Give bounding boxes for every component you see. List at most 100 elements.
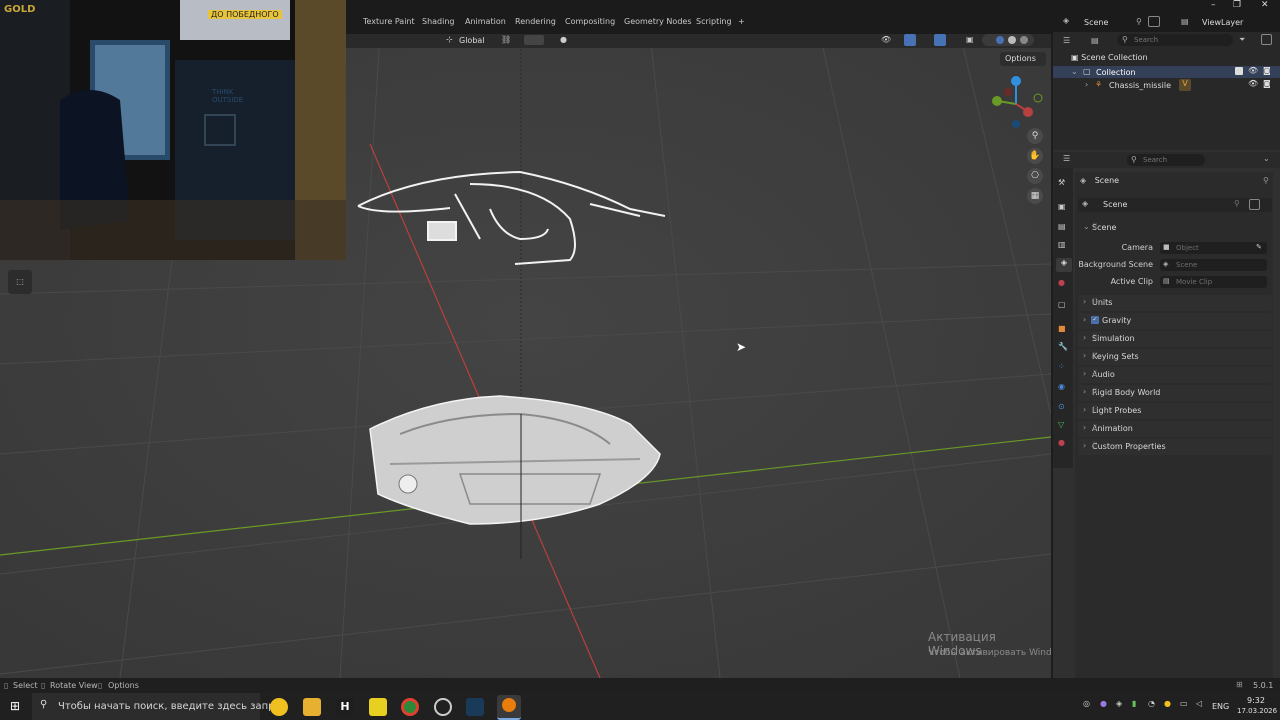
tab-compositing[interactable]: Compositing bbox=[565, 17, 615, 26]
steam-icon[interactable] bbox=[466, 698, 484, 716]
chevron-right-icon[interactable]: › bbox=[1085, 80, 1088, 89]
solid-shading-icon[interactable] bbox=[996, 36, 1004, 44]
windows-start-icon[interactable]: ⊞ bbox=[10, 699, 20, 713]
tab-animation[interactable]: Animation bbox=[465, 17, 506, 26]
outliner-search[interactable]: ⚲ Search bbox=[1117, 34, 1233, 46]
object-tab-icon[interactable]: ■ bbox=[1058, 324, 1066, 333]
view-layer-tab-icon[interactable]: ▥ bbox=[1058, 240, 1066, 249]
drag-handle-icon[interactable]: ⠿ bbox=[1092, 297, 1268, 306]
navigation-gizmo[interactable] bbox=[990, 76, 1045, 131]
proportional-icon[interactable]: ● bbox=[560, 35, 567, 44]
drag-handle-icon[interactable]: ⠿ bbox=[1092, 351, 1268, 360]
audio-panel[interactable]: › Audio ⠿ bbox=[1078, 367, 1272, 383]
yandex-app-icon[interactable] bbox=[270, 698, 288, 716]
visibility-icon[interactable]: 👁 bbox=[881, 35, 891, 44]
filter-icon[interactable]: ⏷ bbox=[1239, 35, 1245, 45]
drag-handle-icon[interactable]: ⠿ bbox=[1092, 423, 1268, 432]
add-workspace-button[interactable]: + bbox=[738, 17, 745, 26]
chrome-icon[interactable] bbox=[401, 698, 419, 716]
close-icon[interactable]: ✕ bbox=[1261, 0, 1269, 10]
output-tab-icon[interactable]: ▤ bbox=[1058, 222, 1066, 231]
rigid-body-world-panel[interactable]: › Rigid Body World ⠿ bbox=[1078, 385, 1272, 401]
pivot-icon[interactable]: ⛓ bbox=[501, 35, 511, 44]
tray-icon[interactable]: ▮ bbox=[1132, 699, 1136, 708]
camera-render-icon[interactable]: ◙ bbox=[1263, 66, 1271, 75]
outliner-editor-icon[interactable]: ☰ bbox=[1063, 36, 1070, 45]
scene-collection-row[interactable]: ▣ Scene Collection bbox=[1071, 53, 1148, 62]
xray-icon[interactable]: ▣ bbox=[966, 35, 974, 44]
tab-geometry-nodes[interactable]: Geometry Nodes bbox=[624, 17, 691, 26]
fake-user-icon[interactable]: ⚲ bbox=[1234, 199, 1240, 208]
physics-tab-icon[interactable]: ◉ bbox=[1058, 382, 1065, 391]
modifier-tab-icon[interactable]: 🔧 bbox=[1058, 342, 1068, 351]
animation-panel[interactable]: › Animation ⠿ bbox=[1078, 421, 1272, 437]
background-scene-field[interactable]: ◈ Scene bbox=[1160, 259, 1267, 271]
hkey-app-icon[interactable]: H bbox=[336, 698, 354, 716]
tray-icon[interactable]: ◎ bbox=[1083, 699, 1090, 708]
data-tab-icon[interactable]: ▽ bbox=[1058, 420, 1064, 429]
camera-view-icon[interactable]: ⎔ bbox=[1027, 168, 1043, 184]
scene-panel-header[interactable]: ⌄ Scene ⠿ bbox=[1078, 220, 1272, 236]
pan-hand-icon[interactable]: ✋ bbox=[1027, 148, 1043, 164]
collection-checkbox[interactable] bbox=[1235, 67, 1243, 75]
drag-handle-icon[interactable]: ⠿ bbox=[1092, 369, 1268, 378]
tab-shading[interactable]: Shading bbox=[422, 17, 455, 26]
drag-handle-icon[interactable]: ⠿ bbox=[1092, 315, 1268, 324]
drag-handle-icon[interactable]: ⠿ bbox=[1092, 441, 1268, 450]
tool-tab-icon[interactable]: ⚒ bbox=[1058, 178, 1065, 187]
custom-properties-panel[interactable]: › Custom Properties ⠿ bbox=[1078, 439, 1272, 455]
new-collection-icon[interactable] bbox=[1261, 34, 1272, 45]
new-scene-icon[interactable] bbox=[1148, 16, 1160, 27]
simulation-panel[interactable]: › Simulation ⠿ bbox=[1078, 331, 1272, 347]
drag-handle-icon[interactable]: ⠿ bbox=[1092, 387, 1268, 396]
chevron-down-icon[interactable]: ⌄ bbox=[1263, 154, 1270, 163]
drag-handle-icon[interactable]: ⠿ bbox=[1092, 333, 1268, 342]
display-mode-icon[interactable]: ▤ bbox=[1091, 36, 1099, 45]
minimize-icon[interactable]: – bbox=[1211, 0, 1216, 10]
collection-row[interactable]: ⌄ ▢ Collection 👁 ◙ bbox=[1053, 66, 1280, 78]
properties-search[interactable]: ⚲ Search bbox=[1127, 154, 1205, 166]
norton-icon[interactable] bbox=[369, 698, 387, 716]
tray-icon[interactable]: ● bbox=[1164, 699, 1171, 708]
overlay-toggle-icon[interactable] bbox=[934, 34, 946, 46]
tray-icon[interactable]: ● bbox=[1100, 699, 1107, 708]
eye-icon[interactable]: 👁 bbox=[1248, 66, 1258, 75]
tab-scripting[interactable]: Scripting bbox=[696, 17, 732, 26]
tab-texture-paint[interactable]: Texture Paint bbox=[363, 17, 415, 26]
tray-icon[interactable]: ◈ bbox=[1116, 699, 1122, 708]
perspective-icon[interactable]: ▦ bbox=[1027, 188, 1043, 204]
keying-sets-panel[interactable]: › Keying Sets ⠿ bbox=[1078, 349, 1272, 365]
language-indicator[interactable]: ENG bbox=[1212, 702, 1229, 711]
maximize-icon[interactable]: ❐ bbox=[1233, 0, 1241, 10]
snap-icon[interactable] bbox=[524, 35, 544, 45]
drag-handle-icon[interactable]: ⠿ bbox=[1092, 405, 1268, 414]
chevron-down-icon[interactable]: ⌄ bbox=[1071, 67, 1078, 76]
pin-icon[interactable]: ⚲ bbox=[1263, 176, 1269, 185]
particles-tab-icon[interactable]: ⁘ bbox=[1058, 362, 1065, 371]
light-probes-panel[interactable]: › Light Probes ⠿ bbox=[1078, 403, 1272, 419]
volume-icon[interactable]: ◁ bbox=[1196, 699, 1202, 708]
eyedropper-icon[interactable]: ✎ bbox=[1256, 243, 1262, 251]
properties-editor-icon[interactable]: ☰ bbox=[1063, 154, 1070, 163]
scene-selector[interactable]: Scene bbox=[1084, 18, 1108, 27]
material-tab-icon[interactable]: ● bbox=[1058, 438, 1065, 447]
clock-time[interactable]: 9:32 bbox=[1247, 696, 1265, 705]
tab-rendering[interactable]: Rendering bbox=[515, 17, 556, 26]
render-shading-icon[interactable] bbox=[1020, 36, 1028, 44]
scene-datablock[interactable]: ◈ Scene ⚲ bbox=[1078, 198, 1272, 212]
collection-tab-icon[interactable]: ▢ bbox=[1058, 300, 1066, 309]
render-tab-icon[interactable]: ▣ bbox=[1058, 202, 1066, 211]
gravity-panel[interactable]: › ✓ Gravity ⠿ bbox=[1078, 313, 1272, 329]
active-clip-field[interactable]: ▤ Movie Clip bbox=[1160, 276, 1267, 288]
tray-icon[interactable]: ◔ bbox=[1148, 699, 1155, 708]
viewport-options-button[interactable]: Options bbox=[1000, 52, 1046, 66]
pin-icon[interactable]: ⚲ bbox=[1136, 17, 1142, 26]
gizmo-toggle-icon[interactable] bbox=[904, 34, 916, 46]
file-explorer-icon[interactable] bbox=[303, 698, 321, 716]
add-cube-tool-icon[interactable]: ⬚ bbox=[8, 270, 32, 294]
clock-date[interactable]: 17.03.2026 bbox=[1237, 707, 1277, 715]
eye-icon[interactable]: 👁 bbox=[1248, 79, 1258, 88]
camera-render-icon[interactable]: ◙ bbox=[1263, 79, 1271, 88]
obs-icon[interactable] bbox=[434, 698, 452, 716]
scene-tab-icon[interactable]: ◈ bbox=[1056, 258, 1072, 272]
